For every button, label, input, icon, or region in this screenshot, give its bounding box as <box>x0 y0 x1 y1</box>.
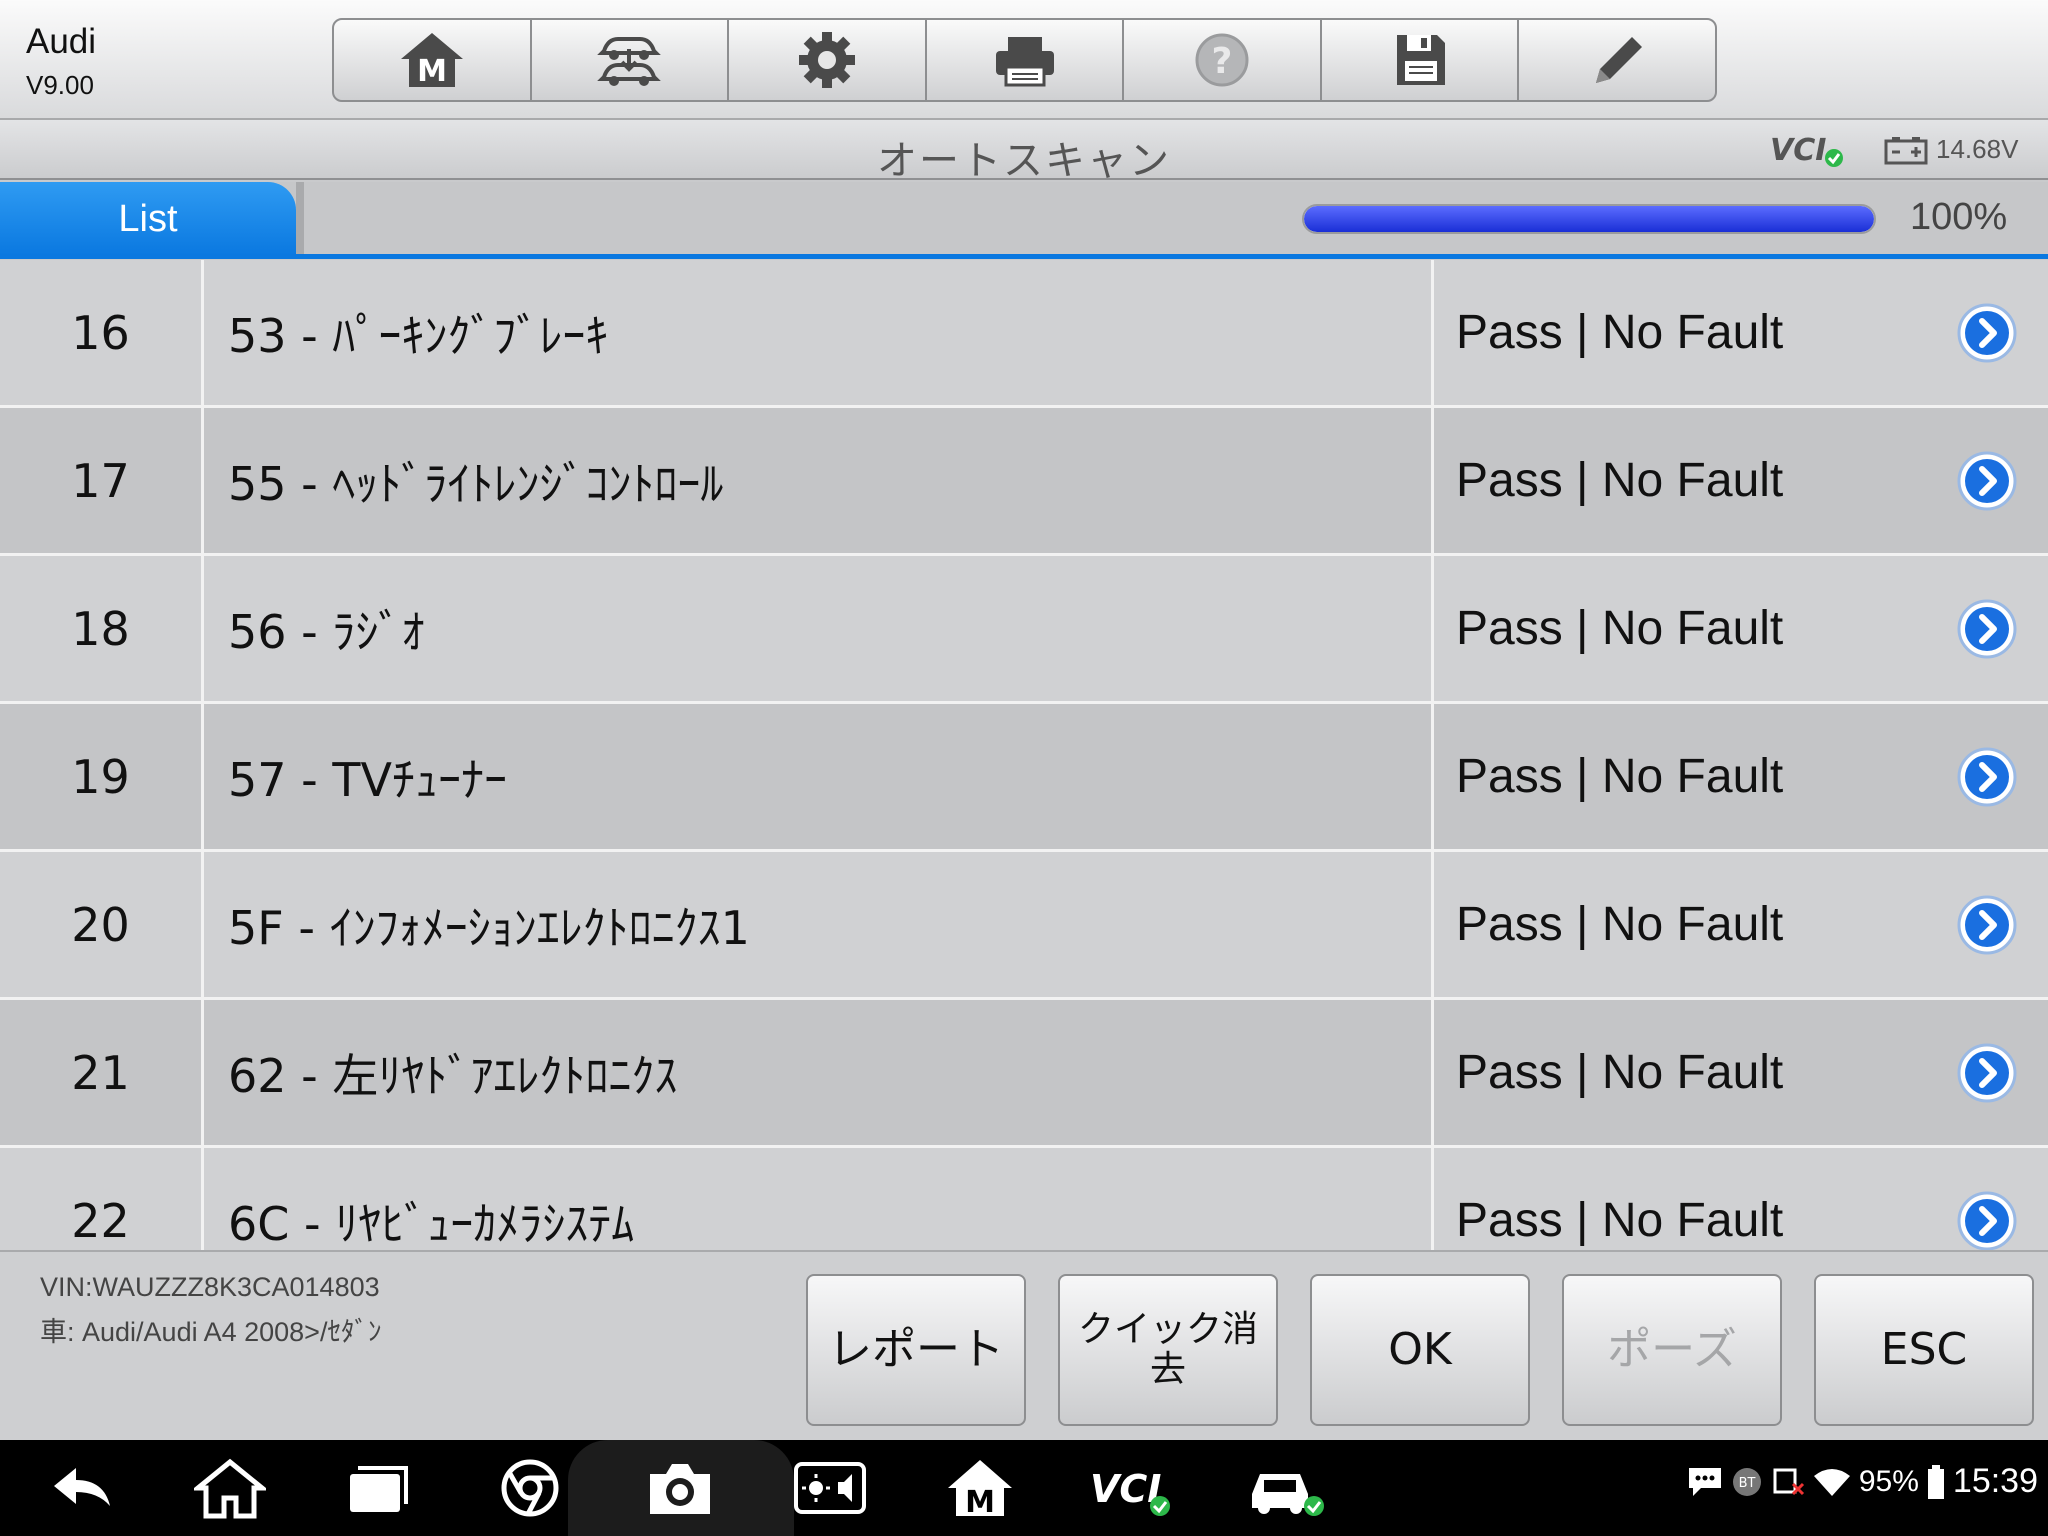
svg-text:?: ? <box>1212 41 1233 82</box>
report-button[interactable]: レポート <box>806 1274 1026 1426</box>
table-row[interactable]: 17 55 - ﾍｯﾄﾞﾗｲﾄﾚﾝｼﾞｺﾝﾄﾛｰﾙ Pass | No Faul… <box>0 408 2048 556</box>
battery-icon <box>1927 1464 1944 1499</box>
row-number: 21 <box>0 1000 204 1145</box>
camera-icon[interactable] <box>644 1456 716 1520</box>
main-toolbar: M ? <box>332 18 1717 102</box>
app-title: Audi <box>26 22 97 61</box>
chevron-right-icon[interactable] <box>1956 894 2018 956</box>
edit-pencil-icon <box>1596 37 1643 83</box>
system-tray: BT 95% 15:39 <box>1687 1462 2038 1501</box>
page-title: オートスキャン <box>877 138 1171 184</box>
svg-text:VCI: VCI <box>1770 133 1826 168</box>
clock: 15:39 <box>1952 1462 2038 1500</box>
scan-progress-bar <box>1302 204 1876 234</box>
scan-progress-fill <box>1304 206 1874 232</box>
vehicle-swap-button[interactable] <box>532 20 730 100</box>
table-row[interactable]: 19 57 - TVﾁｭｰﾅｰ Pass | No Fault <box>0 704 2048 852</box>
home-button[interactable]: M <box>334 20 532 100</box>
vehicle-battery: 14.68V <box>1884 134 2018 165</box>
brightness-volume-icon[interactable] <box>794 1456 866 1520</box>
chevron-right-icon[interactable] <box>1956 746 2018 808</box>
battery-voltage: 14.68V <box>1936 134 2019 164</box>
autel-home-m-icon[interactable]: M <box>944 1456 1016 1520</box>
row-number: 20 <box>0 852 204 997</box>
row-number: 19 <box>0 704 204 849</box>
system-name: 53 - ﾊﾟｰｷﾝｸﾞﾌﾞﾚｰｷ <box>204 260 1434 405</box>
browser-icon[interactable] <box>494 1456 566 1520</box>
sim-no-signal-icon <box>1773 1468 1804 1495</box>
vehicle-info-text: 車: Audi/Audi A4 2008>/ｾﾀﾞﾝ <box>40 1317 382 1347</box>
row-number: 18 <box>0 556 204 701</box>
vci-manager-icon[interactable]: VCI <box>1088 1456 1174 1520</box>
row-number: 22 <box>0 1148 204 1250</box>
help-icon: ? <box>1195 33 1249 87</box>
system-navigation-bar: M VCI BT 95% 15:39 <box>0 1440 2048 1536</box>
chevron-right-icon[interactable] <box>1956 1190 2018 1250</box>
vehicle-swap-icon <box>597 37 662 86</box>
car-battery-icon <box>1884 136 1928 164</box>
settings-gear-icon <box>798 32 855 88</box>
esc-button[interactable]: ESC <box>1814 1274 2034 1426</box>
home-icon[interactable] <box>194 1456 266 1520</box>
system-name: 55 - ﾍｯﾄﾞﾗｲﾄﾚﾝｼﾞｺﾝﾄﾛｰﾙ <box>204 408 1434 553</box>
svg-text:M: M <box>417 54 447 89</box>
tab-list[interactable]: List <box>0 182 296 256</box>
table-row[interactable]: 16 53 - ﾊﾟｰｷﾝｸﾞﾌﾞﾚｰｷ Pass | No Fault <box>0 260 2048 408</box>
table-row[interactable]: 22 6C - ﾘﾔﾋﾞｭｰｶﾒﾗｼｽﾃﾑ Pass | No Fault <box>0 1148 2048 1250</box>
chevron-right-icon[interactable] <box>1956 1042 2018 1104</box>
vehicle-connected-icon[interactable] <box>1246 1456 1326 1520</box>
edit-button[interactable] <box>1519 20 1715 100</box>
title-bar: オートスキャン VCI 14.68V <box>0 120 2048 184</box>
printer-icon <box>995 37 1054 87</box>
svg-text:BT: BT <box>1738 1476 1755 1491</box>
system-list[interactable]: 16 53 - ﾊﾟｰｷﾝｸﾞﾌﾞﾚｰｷ Pass | No Fault 17 … <box>0 260 2048 1250</box>
chevron-right-icon[interactable] <box>1956 302 2018 364</box>
system-name: 57 - TVﾁｭｰﾅｰ <box>204 704 1434 849</box>
table-row[interactable]: 18 56 - ﾗｼﾞｵ Pass | No Fault <box>0 556 2048 704</box>
row-number: 17 <box>0 408 204 553</box>
recent-apps-icon[interactable] <box>342 1456 414 1520</box>
chevron-right-icon[interactable] <box>1956 450 2018 512</box>
chevron-right-icon[interactable] <box>1956 598 2018 660</box>
system-name: 56 - ﾗｼﾞｵ <box>204 556 1434 701</box>
wifi-icon <box>1813 1468 1850 1496</box>
home-m-icon: M <box>400 33 463 89</box>
help-button: ? <box>1124 20 1322 100</box>
system-name: 5F - ｲﾝﾌｫﾒｰｼｮﾝｴﾚｸﾄﾛﾆｸｽ1 <box>204 852 1434 997</box>
table-row[interactable]: 20 5F - ｲﾝﾌｫﾒｰｼｮﾝｴﾚｸﾄﾛﾆｸｽ1 Pass | No Fau… <box>0 852 2048 1000</box>
bluetooth-status-icon: BT <box>1732 1467 1761 1496</box>
tab-bar: List 100% <box>0 182 2048 259</box>
vci-connected-icon: VCI <box>1770 133 1843 168</box>
row-number: 16 <box>0 260 204 405</box>
app-header: Audi V9.00 M ? <box>0 0 2048 120</box>
tab-underline <box>0 254 2048 259</box>
pause-button: ポーズ <box>1562 1274 1782 1426</box>
scan-progress-text: 100% <box>1910 196 2008 238</box>
save-floppy-icon <box>1396 35 1445 85</box>
print-button[interactable] <box>927 20 1125 100</box>
svg-text:M: M <box>965 1485 995 1520</box>
chat-notification-icon <box>1688 1467 1721 1496</box>
system-name: 62 - 左ﾘﾔﾄﾞｱｴﾚｸﾄﾛﾆｸｽ <box>204 1000 1434 1145</box>
save-button[interactable] <box>1322 20 1520 100</box>
quick-erase-button[interactable]: クイック消去 <box>1058 1274 1278 1426</box>
ok-button[interactable]: OK <box>1310 1274 1530 1426</box>
app-version: V9.00 <box>26 70 94 100</box>
footer-bar: VIN:WAUZZZ8K3CA014803 車: Audi/Audi A4 20… <box>0 1250 2048 1440</box>
vin-text: VIN:WAUZZZ8K3CA014803 <box>40 1272 380 1302</box>
tab-divider <box>296 182 304 256</box>
settings-button[interactable] <box>729 20 927 100</box>
table-row[interactable]: 21 62 - 左ﾘﾔﾄﾞｱｴﾚｸﾄﾛﾆｸｽ Pass | No Fault <box>0 1000 2048 1148</box>
system-name: 6C - ﾘﾔﾋﾞｭｰｶﾒﾗｼｽﾃﾑ <box>204 1148 1434 1250</box>
back-icon[interactable] <box>46 1456 118 1520</box>
battery-percent: 95% <box>1858 1464 1919 1498</box>
